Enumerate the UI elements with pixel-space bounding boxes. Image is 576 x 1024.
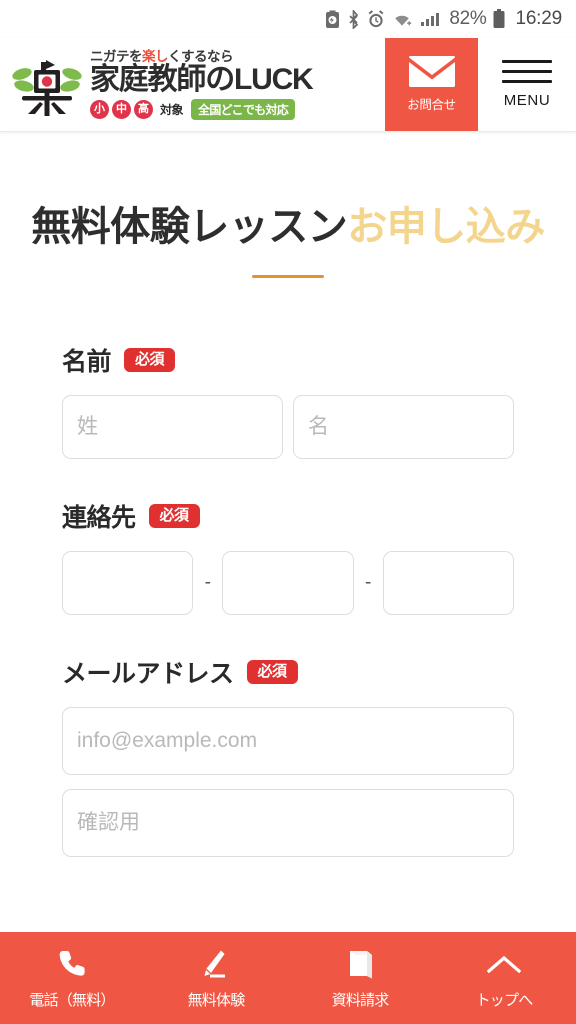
- field-label-name: 名前 必須: [62, 342, 514, 378]
- book-icon: [347, 947, 374, 981]
- grade-badge-senior: 高: [134, 99, 153, 119]
- grade-badge-junior: 中: [112, 99, 131, 119]
- required-badge: 必須: [246, 660, 298, 684]
- raku-kanji-logo-icon: [10, 48, 84, 122]
- battery-saver-icon: [325, 10, 340, 29]
- target-label: 対象: [160, 102, 184, 117]
- name-input-row: [62, 395, 514, 459]
- last-name-input[interactable]: [62, 395, 283, 459]
- field-group-name: 名前 必須: [62, 342, 514, 459]
- email-input-stack: [62, 707, 514, 857]
- mail-icon: [408, 56, 455, 87]
- phone-part2-input[interactable]: [222, 551, 354, 615]
- nav-item-label: 資料請求: [331, 991, 390, 1009]
- alarm-icon: [367, 9, 385, 29]
- logo-tagline: ニガテを楽しくするなら: [90, 48, 234, 64]
- phone-input-row: - -: [62, 551, 514, 615]
- battery-icon: [493, 9, 505, 29]
- hamburger-icon: [502, 60, 552, 83]
- page-title-primary: 無料体験レッスン: [31, 205, 348, 249]
- menu-button[interactable]: MENU: [478, 38, 576, 131]
- pencil-icon: [201, 947, 231, 981]
- phone-part1-input[interactable]: [62, 551, 194, 615]
- site-logo[interactable]: ニガテを楽しくするなら 家庭教師のLUCK 小 中 高 対象 全国どこでも対応: [0, 38, 385, 131]
- field-label-email: メールアドレス 必須: [62, 654, 514, 690]
- first-name-input[interactable]: [293, 395, 514, 459]
- phone-separator: -: [364, 572, 372, 593]
- email-input[interactable]: [62, 707, 514, 775]
- nav-item-label: 電話（無料）: [29, 991, 115, 1009]
- field-label-text: メールアドレス: [62, 660, 234, 688]
- menu-button-label: MENU: [503, 92, 551, 109]
- field-group-contact: 連絡先 必須 - -: [62, 498, 514, 615]
- field-label-text: 連絡先: [62, 504, 136, 532]
- main-content: 無料体験レッスンお申し込み 名前 必須 連絡先 必須 - -: [0, 204, 576, 857]
- status-bar: 82% 16:29: [0, 0, 576, 38]
- phone-part3-input[interactable]: [382, 551, 514, 615]
- phone-icon: [58, 947, 86, 981]
- battery-percent-label: 82%: [449, 8, 487, 29]
- nav-item-label: 無料体験: [187, 991, 246, 1009]
- bottom-navigation: 電話（無料） 無料体験 資料請求 トップへ: [0, 932, 576, 1024]
- contact-button-label: お問合せ: [407, 98, 456, 112]
- title-underline-rule: [252, 275, 324, 278]
- nav-item-label: トップへ: [475, 991, 534, 1009]
- phone-separator: -: [204, 572, 211, 593]
- page-title-accent: お申し込み: [347, 205, 545, 249]
- wifi-icon: [392, 10, 414, 29]
- application-form: 名前 必須 連絡先 必須 - - メー: [0, 342, 576, 857]
- page-title: 無料体験レッスンお申し込み: [0, 204, 576, 250]
- coverage-badge: 全国どこでも対応: [191, 98, 296, 120]
- contact-button[interactable]: お問合せ: [385, 38, 478, 131]
- logo-badge-row: 小 中 高 対象 全国どこでも対応: [90, 98, 313, 120]
- email-confirm-input[interactable]: [62, 789, 514, 857]
- field-label-contact: 連絡先 必須: [62, 498, 514, 534]
- logo-name: 家庭教師のLUCK: [90, 63, 314, 96]
- nav-item-free-trial[interactable]: 無料体験: [144, 932, 288, 1024]
- required-badge: 必須: [148, 504, 200, 528]
- chevron-up-icon: [487, 947, 521, 981]
- field-group-email: メールアドレス 必須: [62, 654, 514, 857]
- status-bar-clock: 16:29: [515, 8, 562, 29]
- site-header: ニガテを楽しくするなら 家庭教師のLUCK 小 中 高 対象 全国どこでも対応 …: [0, 38, 576, 132]
- required-badge: 必須: [124, 348, 176, 372]
- bluetooth-icon: [347, 9, 360, 29]
- field-label-text: 名前: [62, 348, 112, 376]
- grade-badge-elementary: 小: [90, 99, 109, 119]
- nav-item-phone[interactable]: 電話（無料）: [0, 932, 144, 1024]
- nav-item-back-to-top[interactable]: トップへ: [432, 932, 576, 1024]
- signal-icon: [421, 10, 441, 29]
- nav-item-request-materials[interactable]: 資料請求: [288, 932, 432, 1024]
